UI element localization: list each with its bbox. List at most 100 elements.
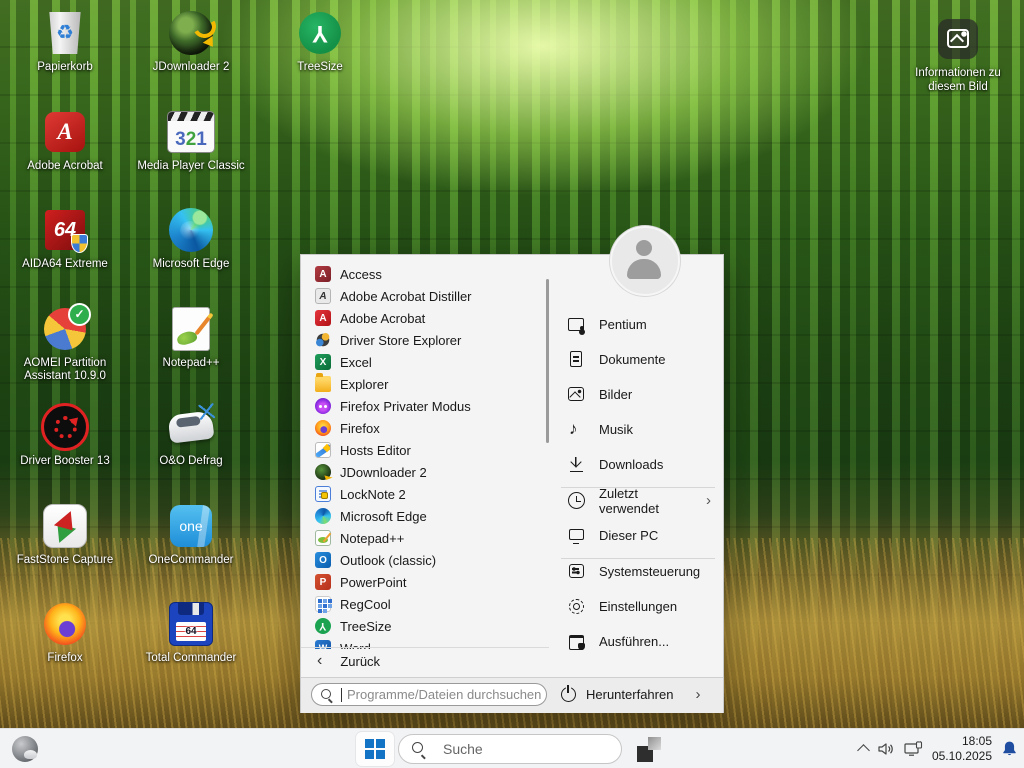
program-item-label: Notepad++ bbox=[340, 531, 404, 546]
shutdown-button[interactable]: Herunterfahren › bbox=[559, 683, 700, 706]
place-label: Dieser PC bbox=[599, 528, 658, 543]
edge-icon bbox=[169, 208, 213, 252]
back-button[interactable]: ‹ Zurück bbox=[301, 649, 549, 673]
taskbar-clock[interactable]: 18:05 05.10.2025 bbox=[932, 734, 992, 764]
program-item-excel[interactable]: Excel bbox=[301, 351, 549, 373]
program-item-label: Outlook (classic) bbox=[340, 553, 436, 568]
desktop-icon-image-info[interactable]: Informationen zu diesem Bild bbox=[894, 12, 1022, 94]
start-place-download[interactable]: Downloads bbox=[557, 454, 719, 475]
jdownloader-icon bbox=[315, 464, 331, 480]
start-place-run[interactable]: Ausführen... bbox=[557, 631, 719, 652]
acrobat-distiller-icon bbox=[315, 288, 331, 304]
program-item-jdownloader[interactable]: JDownloader 2 bbox=[301, 461, 549, 483]
program-item-explorer[interactable]: Explorer bbox=[301, 373, 549, 395]
access-icon bbox=[315, 266, 331, 282]
desktop-icon-totalcmd[interactable]: Total Commander bbox=[128, 597, 254, 696]
start-place-document[interactable]: Dokumente bbox=[557, 349, 719, 370]
desktop-icon-label: OneCommander bbox=[148, 554, 233, 568]
control-panel-icon bbox=[567, 562, 586, 581]
place-label: Einstellungen bbox=[599, 599, 677, 614]
jdownloader-icon bbox=[169, 11, 213, 55]
start-place-user-folder[interactable]: Pentium bbox=[557, 314, 719, 335]
program-item-label: Firefox bbox=[340, 421, 380, 436]
desktop-icon-onecommander[interactable]: OneCommander bbox=[128, 499, 254, 598]
aomei-icon bbox=[44, 308, 86, 350]
desktop-icon-faststone[interactable]: FastStone Capture bbox=[2, 499, 128, 598]
start-place-control-panel[interactable]: Systemsteuerung bbox=[557, 561, 719, 582]
program-item-label: LockNote 2 bbox=[340, 487, 406, 502]
open-shell-start-orb[interactable] bbox=[12, 736, 38, 762]
place-label: Downloads bbox=[599, 457, 663, 472]
desktop-icon-mpc[interactable]: Media Player Classic bbox=[128, 105, 254, 204]
desktop-icon-acrobat[interactable]: Adobe Acrobat bbox=[2, 105, 128, 204]
tray-chevron-up-icon[interactable] bbox=[857, 744, 870, 757]
program-item-notepadpp[interactable]: Notepad++ bbox=[301, 527, 549, 549]
desktop-icon-aida64[interactable]: AIDA64 Extreme bbox=[2, 203, 128, 302]
program-item-label: JDownloader 2 bbox=[340, 465, 427, 480]
system-tray: 18:05 05.10.2025 bbox=[859, 729, 1018, 768]
desktop-icon-driver-booster[interactable]: Driver Booster 13 bbox=[2, 400, 128, 499]
volume-icon[interactable] bbox=[877, 742, 895, 756]
desktop-icon-oodefrag[interactable]: O&O Defrag bbox=[128, 400, 254, 499]
desktop-icon-label: O&O Defrag bbox=[159, 455, 222, 469]
onecommander-icon bbox=[170, 505, 212, 547]
desktop-icon-firefox[interactable]: Firefox bbox=[2, 597, 128, 696]
start-menu: Access Adobe Acrobat Distiller Adobe Acr… bbox=[300, 254, 724, 713]
desktop-icon-notepadpp[interactable]: Notepad++ bbox=[128, 302, 254, 401]
explorer-icon bbox=[315, 376, 331, 392]
start-place-gear[interactable]: Einstellungen bbox=[557, 596, 719, 617]
program-item-acrobat[interactable]: Adobe Acrobat bbox=[301, 307, 549, 329]
notepadpp-icon bbox=[172, 307, 210, 351]
search-placeholder: Programme/Dateien durchsuchen bbox=[347, 687, 541, 702]
image-icon bbox=[567, 385, 586, 404]
program-list-scrollbar[interactable] bbox=[546, 279, 549, 443]
start-place-computer[interactable]: Dieser PC bbox=[557, 525, 719, 546]
place-label: Dokumente bbox=[599, 352, 665, 367]
papierkorb-icon bbox=[48, 12, 82, 54]
program-item-acrobat-distiller[interactable]: Adobe Acrobat Distiller bbox=[301, 285, 549, 307]
desktop-icon-label: AOMEI Partition Assistant 10.9.0 bbox=[4, 357, 126, 384]
notification-bell-icon[interactable] bbox=[1001, 740, 1018, 757]
start-place-image[interactable]: Bilder bbox=[557, 384, 719, 405]
chevron-left-icon: ‹ bbox=[317, 652, 322, 670]
network-icon[interactable] bbox=[904, 741, 923, 757]
places-divider bbox=[561, 558, 715, 559]
program-item-hosts-editor[interactable]: Hosts Editor bbox=[301, 439, 549, 461]
program-item-label: Driver Store Explorer bbox=[340, 333, 461, 348]
desktop-icon-label: Informationen zu diesem Bild bbox=[897, 67, 1019, 94]
driver-store-icon bbox=[315, 332, 331, 348]
start-search-input[interactable]: Programme/Dateien durchsuchen bbox=[311, 683, 547, 706]
image-info-icon bbox=[938, 19, 978, 59]
taskbar-app-icon[interactable] bbox=[637, 737, 662, 762]
clock-icon bbox=[567, 491, 586, 510]
program-item-powerpoint[interactable]: PowerPoint bbox=[301, 571, 549, 593]
start-place-music[interactable]: Musik bbox=[557, 419, 719, 440]
tray-time: 18:05 bbox=[932, 734, 992, 749]
taskbar-search-input[interactable]: Suche bbox=[398, 734, 622, 764]
outlook-icon bbox=[315, 552, 331, 568]
program-item-firefox-private[interactable]: Firefox Privater Modus bbox=[301, 395, 549, 417]
start-place-clock[interactable]: Zuletzt verwendet › bbox=[557, 490, 719, 511]
firefox-private-icon bbox=[315, 398, 331, 414]
desktop-icon-aomei[interactable]: AOMEI Partition Assistant 10.9.0 bbox=[2, 302, 128, 401]
download-icon bbox=[567, 455, 586, 474]
program-item-firefox[interactable]: Firefox bbox=[301, 417, 549, 439]
program-item-edge[interactable]: Microsoft Edge bbox=[301, 505, 549, 527]
desktop-icon-papierkorb[interactable]: Papierkorb bbox=[2, 6, 128, 105]
start-button[interactable] bbox=[356, 732, 394, 766]
program-item-treesize[interactable]: TreeSize bbox=[301, 615, 549, 637]
desktop-icon-treesize[interactable]: TreeSize bbox=[272, 6, 368, 75]
desktop-icon-jdownloader[interactable]: JDownloader 2 bbox=[128, 6, 254, 105]
program-item-access[interactable]: Access bbox=[301, 263, 549, 285]
back-divider bbox=[301, 647, 549, 648]
program-item-driver-store[interactable]: Driver Store Explorer bbox=[301, 329, 549, 351]
desktop-icon-edge[interactable]: Microsoft Edge bbox=[128, 203, 254, 302]
program-item-outlook[interactable]: Outlook (classic) bbox=[301, 549, 549, 571]
program-item-regcool[interactable]: RegCool bbox=[301, 593, 549, 615]
computer-icon bbox=[567, 526, 586, 545]
program-item-label: RegCool bbox=[340, 597, 391, 612]
windows-logo-icon bbox=[365, 739, 385, 759]
program-item-locknote[interactable]: LockNote 2 bbox=[301, 483, 549, 505]
power-icon bbox=[559, 685, 578, 704]
user-avatar[interactable] bbox=[610, 226, 680, 296]
